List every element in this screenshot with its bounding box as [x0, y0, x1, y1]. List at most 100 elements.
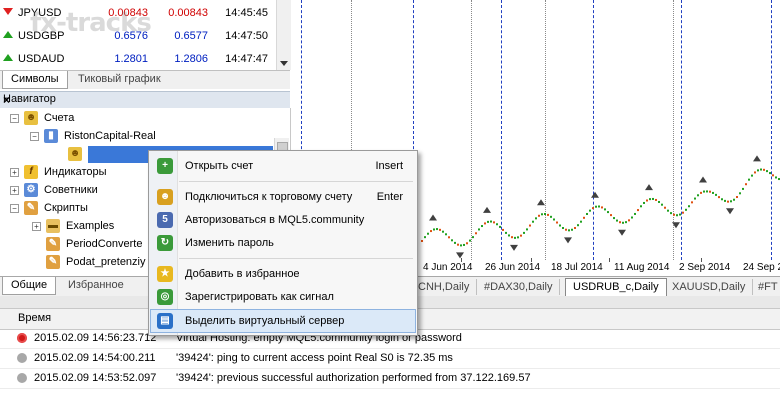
- price-bar: [556, 221, 558, 224]
- menu-separator: [179, 258, 413, 259]
- collapse-icon[interactable]: −: [30, 132, 39, 141]
- price-bar: [667, 209, 669, 212]
- price-up-arrow-icon: [3, 31, 13, 38]
- price-bar: [703, 190, 705, 193]
- tree-item-label: Examples: [66, 220, 115, 232]
- journal-row[interactable]: 2015.02.09 14:54:00.211 '39424': ping to…: [0, 349, 780, 369]
- tab-common[interactable]: Общие: [2, 277, 57, 295]
- market-watch-row[interactable]: USDAUD 1.2801 1.2806 14:47:47: [0, 50, 276, 69]
- price-bar: [472, 236, 474, 239]
- expand-icon[interactable]: +: [10, 168, 19, 177]
- collapse-icon[interactable]: −: [10, 114, 19, 123]
- close-icon[interactable]: ×: [3, 93, 286, 107]
- price-bar: [604, 208, 606, 211]
- price-bar: [619, 221, 621, 224]
- menu-item-mql5-login[interactable]: 5 Авторизоваться в MQL5.community: [151, 209, 415, 231]
- price-bar: [595, 205, 597, 208]
- scroll-down-icon[interactable]: [280, 61, 288, 66]
- price-bar: [493, 221, 495, 224]
- price-bar: [709, 190, 711, 193]
- price-bar: [730, 200, 732, 203]
- menu-item-open-account[interactable]: + Открыть счет Insert: [151, 155, 415, 177]
- fractal-arrow: [537, 199, 545, 206]
- chart-tab[interactable]: #FT: [751, 279, 780, 295]
- menu-separator: [179, 181, 413, 182]
- price-bar: [562, 227, 564, 230]
- price-bar: [691, 201, 693, 204]
- price-bar: [460, 244, 462, 247]
- collapse-icon[interactable]: −: [10, 204, 19, 213]
- price-bar: [484, 222, 486, 225]
- fractal-arrow: [618, 229, 626, 236]
- expert-advisor-icon: ⚙: [24, 183, 38, 197]
- menu-item-label: Подключиться к торговому счету: [185, 191, 353, 203]
- price-bar: [682, 211, 684, 214]
- price-bar: [574, 226, 576, 229]
- price-bar: [520, 234, 522, 237]
- price-bar: [478, 228, 480, 231]
- menu-item-label: Изменить пароль: [185, 237, 274, 249]
- fractal-arrow: [672, 222, 680, 229]
- chart-tab[interactable]: XAUUSD,Daily: [665, 279, 754, 295]
- menu-item-virtual-server[interactable]: ▤ Выделить виртуальный сервер: [150, 309, 416, 333]
- menu-item-shortcut: Insert: [375, 160, 403, 172]
- price-bar: [640, 205, 642, 208]
- price-bar: [694, 197, 696, 200]
- price-bar: [496, 223, 498, 226]
- price-bar: [517, 236, 519, 239]
- menu-item-register-signal[interactable]: ◎ Зарегистрировать как сигнал: [151, 286, 415, 308]
- journal-row[interactable]: 2015.02.09 14:53:52.097 '39424': previou…: [0, 369, 780, 389]
- menu-item-add-favorite[interactable]: ★ Добавить в избранное: [151, 263, 415, 285]
- date-label: 2 Sep 2014: [679, 262, 731, 273]
- chart-tab[interactable]: CNH,Daily: [411, 279, 478, 295]
- expand-icon[interactable]: +: [10, 186, 19, 195]
- menu-item-shortcut: Enter: [376, 191, 403, 203]
- fractal-arrow: [699, 176, 707, 183]
- price-bar: [607, 211, 609, 214]
- mql5-login-icon: 5: [157, 212, 173, 228]
- fractal-arrow: [483, 206, 491, 213]
- chart-tab[interactable]: #DAX30,Daily: [477, 279, 561, 295]
- price-bar: [610, 214, 612, 217]
- tab-tick-chart[interactable]: Тиковый график: [70, 71, 169, 88]
- server-icon: ▮: [44, 129, 58, 143]
- journal-message: '39424': ping to current access point Re…: [176, 352, 453, 364]
- indicator-icon: f: [24, 165, 38, 179]
- tab-favorites[interactable]: Избранное: [60, 277, 132, 294]
- bid-price: 1.2801: [114, 53, 148, 65]
- price-bar: [523, 231, 525, 234]
- price-bar: [577, 224, 579, 227]
- expand-icon[interactable]: +: [32, 222, 41, 231]
- column-header-time[interactable]: Время: [18, 312, 51, 324]
- price-bar: [718, 196, 720, 199]
- price-bar: [544, 212, 546, 215]
- price-bar: [442, 230, 444, 233]
- price-bar: [463, 243, 465, 246]
- price-bar: [568, 229, 570, 232]
- price-bar: [715, 193, 717, 196]
- tab-symbols[interactable]: Символы: [2, 71, 68, 89]
- signal-icon: ◎: [157, 289, 173, 305]
- price-bar: [685, 208, 687, 211]
- quote-time: 14:47:50: [225, 30, 268, 42]
- price-bar: [427, 232, 429, 235]
- info-icon: [17, 373, 27, 383]
- price-bar: [613, 217, 615, 220]
- price-bar: [757, 169, 759, 172]
- market-watch-scrollbar[interactable]: [276, 0, 291, 70]
- date-label: 18 Jul 2014: [551, 262, 603, 273]
- menu-item-connect[interactable]: ☻ Подключиться к торговому счету Enter: [151, 186, 415, 208]
- price-bar: [748, 178, 750, 181]
- price-bar: [499, 225, 501, 228]
- price-bar: [745, 183, 747, 186]
- price-bar: [760, 168, 762, 171]
- accounts-icon: ☻: [24, 111, 38, 125]
- tree-item-label: Счета: [44, 112, 75, 124]
- menu-item-change-password[interactable]: ↻ Изменить пароль: [151, 232, 415, 254]
- price-bar: [511, 236, 513, 239]
- price-bar: [646, 199, 648, 202]
- chart-tab-active[interactable]: USDRUB_c,Daily: [565, 278, 667, 298]
- price-bar: [505, 231, 507, 234]
- error-icon: [17, 333, 27, 343]
- price-up-arrow-icon: [3, 54, 13, 61]
